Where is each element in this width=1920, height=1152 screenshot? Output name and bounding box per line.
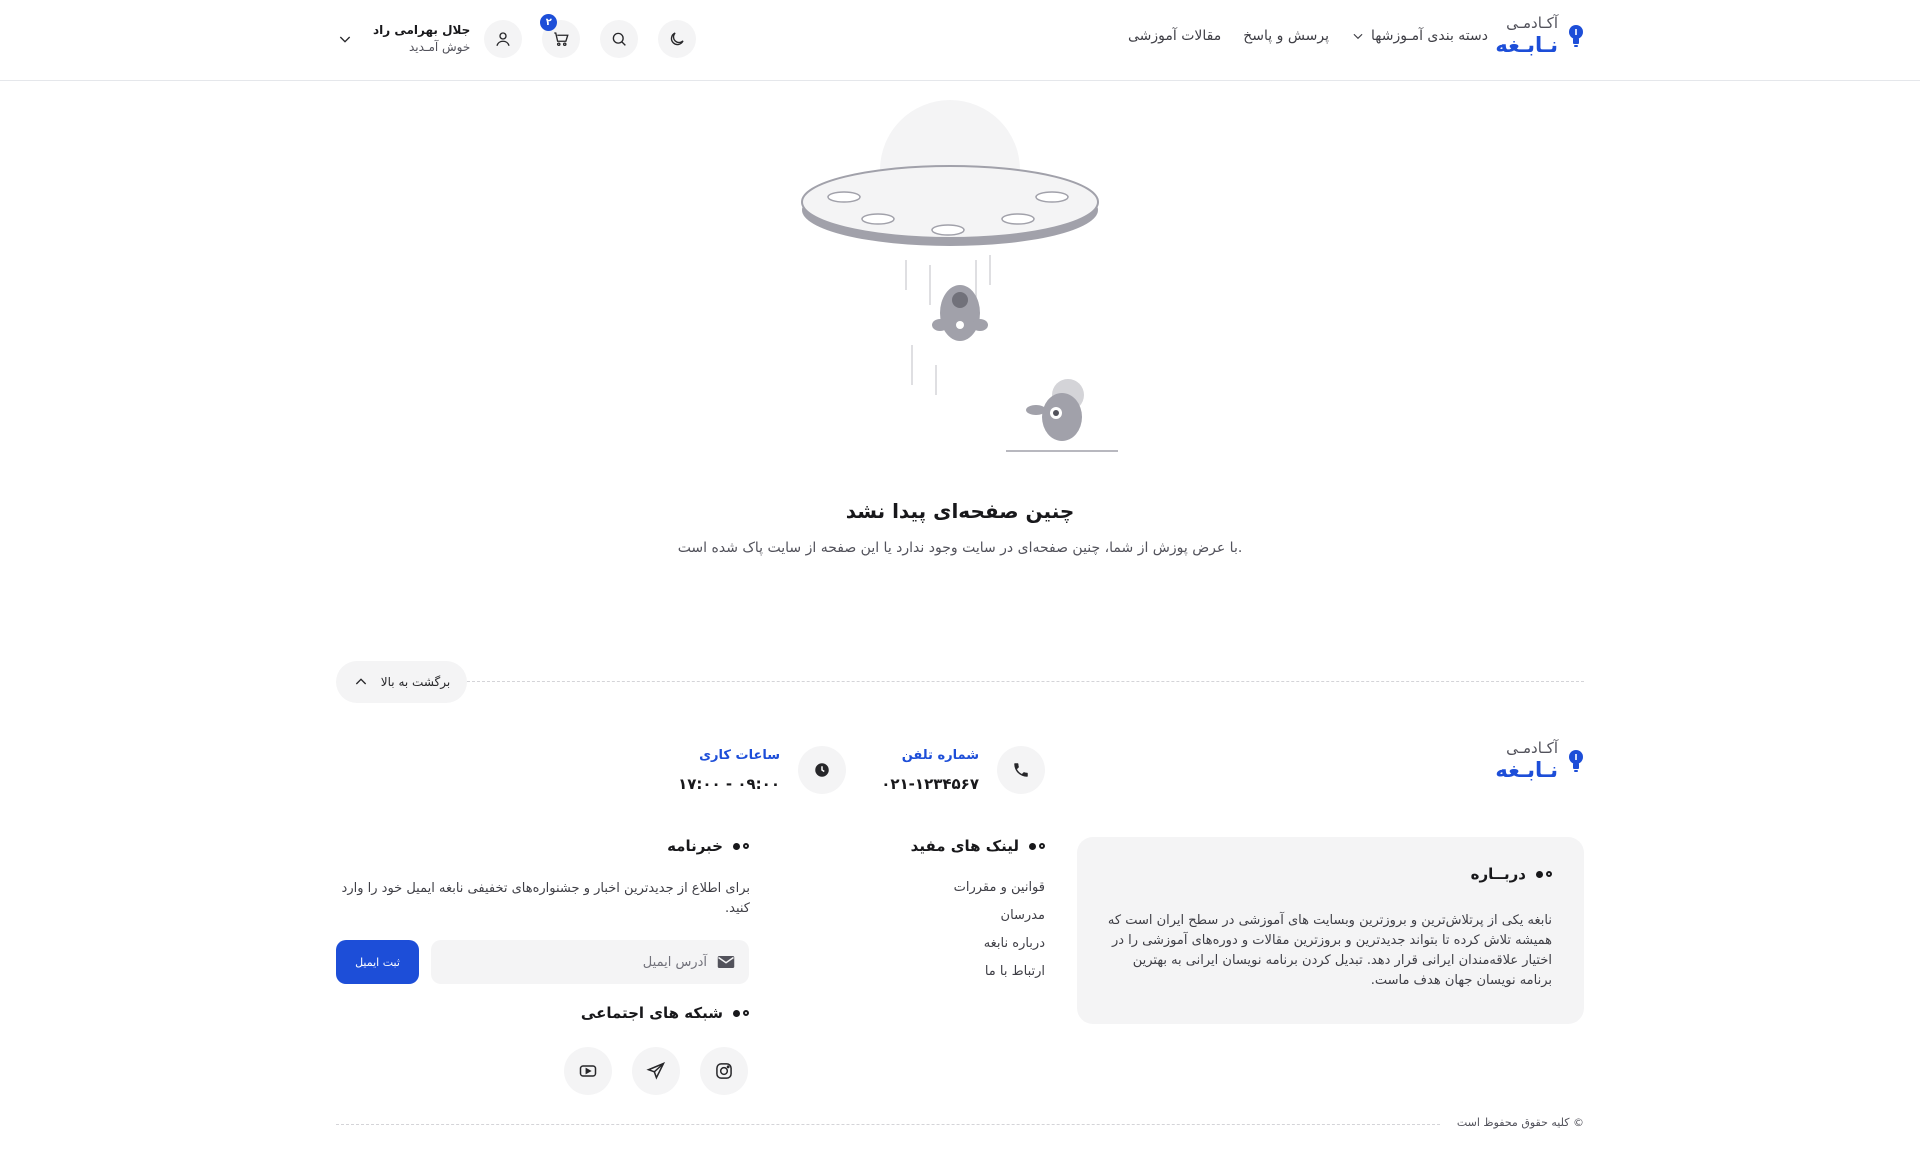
nav-categories-label: دسته بندی آمـوزشها xyxy=(1371,28,1488,44)
newsletter-text: برای اطلاع از جدیدترین اخبار و جشنواره‌ه… xyxy=(341,881,750,916)
newsletter-heading: خبرنامه xyxy=(667,837,749,855)
about-heading: دربــاره xyxy=(1471,865,1552,883)
dots-icon xyxy=(733,842,749,850)
notfound-title: چنین صفحه‌ای پیدا نشد xyxy=(845,499,1075,523)
main-nav: دسته بندی آمـوزشها پرسش و پاسخ مقالات آم… xyxy=(1128,28,1488,44)
logo-line-2: نـابـغه xyxy=(1495,33,1558,57)
header-actions: جلال بهرامی راد خوش آمـدید ۲ xyxy=(337,14,697,58)
user-menu[interactable]: جلال بهرامی راد خوش آمـدید xyxy=(373,20,523,58)
nav-qa[interactable]: پرسش و پاسخ xyxy=(1243,28,1329,44)
bulb-icon xyxy=(1569,25,1583,47)
notfound-description: با عرض پوزش از شما، چنین صفحه‌ای در سایت… xyxy=(677,540,1243,556)
email-placeholder: آدرس ایمیل xyxy=(642,954,707,970)
cart-count-badge: ۲ xyxy=(540,14,558,31)
user-avatar-button[interactable] xyxy=(484,20,523,58)
footer-divider xyxy=(336,1124,1440,1125)
site-logo[interactable]: آکـادمـی نـابـغه xyxy=(1495,16,1584,56)
bulb-icon xyxy=(1569,750,1583,772)
ufo-illustration xyxy=(801,100,1118,452)
clock-icon xyxy=(815,763,829,777)
footer-logo[interactable]: آکـادمـی نـابـغه xyxy=(1495,741,1584,781)
chevron-up-icon xyxy=(355,678,366,685)
link-contact[interactable]: ارتباط با ما xyxy=(954,964,1045,992)
envelope-icon xyxy=(717,956,735,968)
contact-phone: شماره تلفن ۰۲۱-۱۲۳۴۵۶۷ xyxy=(881,746,1045,794)
links-heading: لینک های مفید xyxy=(911,837,1045,855)
footer-logo-line-1: آکـادمـی xyxy=(1506,739,1558,757)
links-title: لینک های مفید xyxy=(910,837,1019,855)
clock-icon-circle xyxy=(798,746,846,794)
user-name: جلال بهرامی راد xyxy=(373,23,471,38)
phone-icon xyxy=(1014,763,1028,777)
nav-articles[interactable]: مقالات آموزشی xyxy=(1128,28,1221,44)
link-rules[interactable]: قوانین و مقررات xyxy=(954,880,1045,908)
instagram-button[interactable] xyxy=(700,1047,748,1095)
useful-links: قوانین و مقررات مدرسان درباره نابغه ارتب… xyxy=(954,880,1045,992)
user-menu-chevron-icon[interactable] xyxy=(337,31,353,47)
user-icon xyxy=(496,32,510,46)
about-text: نابغه یکی از پرتلاش‌ترین و بروزترین وبسا… xyxy=(1107,913,1552,988)
hours-label: ساعات کاری xyxy=(699,747,780,763)
theme-toggle-button[interactable] xyxy=(658,20,697,58)
copyright: © کلیه حقوق محفوظ است xyxy=(1456,1116,1584,1129)
about-card: دربــاره نابغه یکی از پرتلاش‌ترین و بروز… xyxy=(1077,837,1584,1024)
search-icon xyxy=(612,32,627,46)
telegram-button[interactable] xyxy=(632,1047,680,1095)
about-title: دربــاره xyxy=(1470,865,1526,883)
cart-icon xyxy=(554,32,569,47)
youtube-button[interactable] xyxy=(564,1047,612,1095)
chevron-down-icon xyxy=(1353,33,1363,40)
newsletter-title: خبرنامه xyxy=(667,837,723,855)
section-divider xyxy=(467,681,1584,682)
email-field[interactable]: آدرس ایمیل xyxy=(431,940,749,984)
instagram-icon xyxy=(716,1063,732,1079)
nav-categories[interactable]: دسته بندی آمـوزشها xyxy=(1351,28,1488,44)
link-about[interactable]: درباره نابغه xyxy=(954,936,1045,964)
social-title: شبکه های اجتماعی xyxy=(580,1004,723,1022)
site-header: آکـادمـی نـابـغه دسته بندی آمـوزشها پرسش… xyxy=(0,0,1920,81)
telegram-icon xyxy=(646,1062,666,1080)
contact-hours: ساعات کاری ۰۹:۰۰ - ۱۷:۰۰ xyxy=(678,746,846,794)
phone-icon-circle xyxy=(997,746,1045,794)
dots-icon xyxy=(1029,842,1045,850)
back-to-top-button[interactable]: برگشت به بالا xyxy=(336,661,467,703)
dots-icon xyxy=(1536,870,1552,878)
hours-value: ۰۹:۰۰ - ۱۷:۰۰ xyxy=(678,774,780,793)
dots-icon xyxy=(733,1009,749,1017)
welcome-text: خوش آمـدید xyxy=(409,40,471,54)
footer-logo-line-2: نـابـغه xyxy=(1495,758,1558,782)
youtube-icon xyxy=(579,1065,597,1077)
social-heading: شبکه های اجتماعی xyxy=(581,1004,749,1022)
link-teachers[interactable]: مدرسان xyxy=(954,908,1045,936)
back-to-top-label: برگشت به بالا xyxy=(380,675,451,689)
moon-icon xyxy=(671,32,684,46)
cart-button[interactable]: ۲ xyxy=(540,14,581,58)
logo-line-1: آکـادمـی xyxy=(1506,14,1558,32)
social-links xyxy=(564,1047,748,1095)
submit-email-button[interactable]: ثبت ایمیل xyxy=(336,940,419,984)
phone-label: شماره تلفن xyxy=(901,747,979,763)
nav-articles-label: مقالات آموزشی xyxy=(1127,28,1222,44)
nav-qa-label: پرسش و پاسخ xyxy=(1243,28,1330,44)
search-button[interactable] xyxy=(600,20,639,58)
phone-value: ۰۲۱-۱۲۳۴۵۶۷ xyxy=(881,774,979,793)
